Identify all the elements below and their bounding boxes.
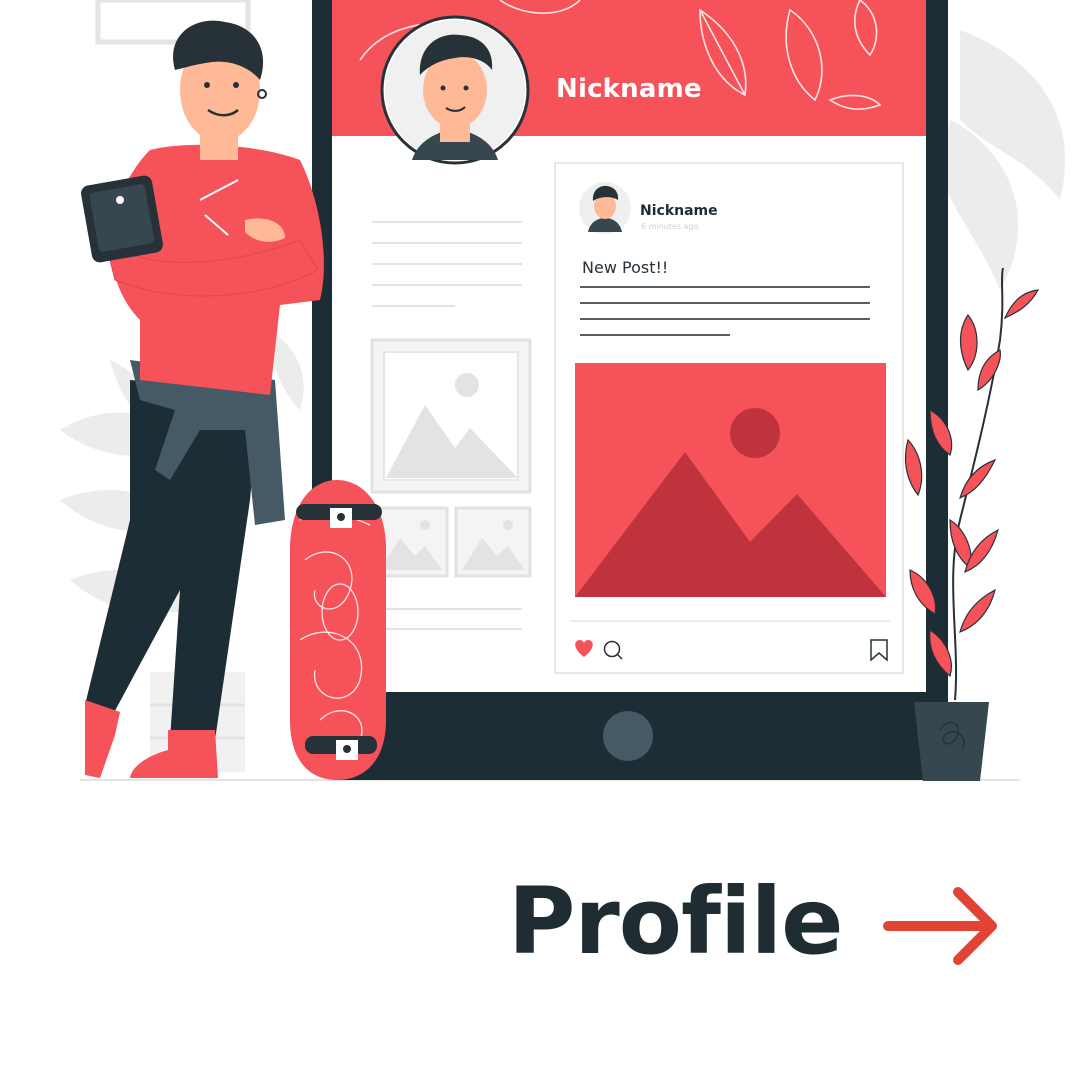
profile-avatar — [380, 15, 530, 165]
plant-pot — [914, 702, 989, 781]
post-text: New Post!! — [582, 258, 669, 277]
home-button — [603, 711, 653, 761]
arrow-right-icon[interactable] — [883, 887, 997, 965]
post-author-name[interactable]: Nickname — [640, 203, 718, 219]
post-image — [575, 363, 886, 597]
page-title: Profile — [508, 868, 843, 975]
person — [81, 20, 324, 778]
post-timestamp: 6 minutes ago — [641, 222, 699, 231]
profile-header-name: Nickname — [556, 74, 702, 104]
post-card — [554, 162, 904, 674]
skateboard — [290, 480, 386, 780]
post-avatar — [579, 182, 631, 234]
thumbnail-large — [370, 338, 532, 494]
thumbnail-small-2 — [454, 506, 532, 578]
